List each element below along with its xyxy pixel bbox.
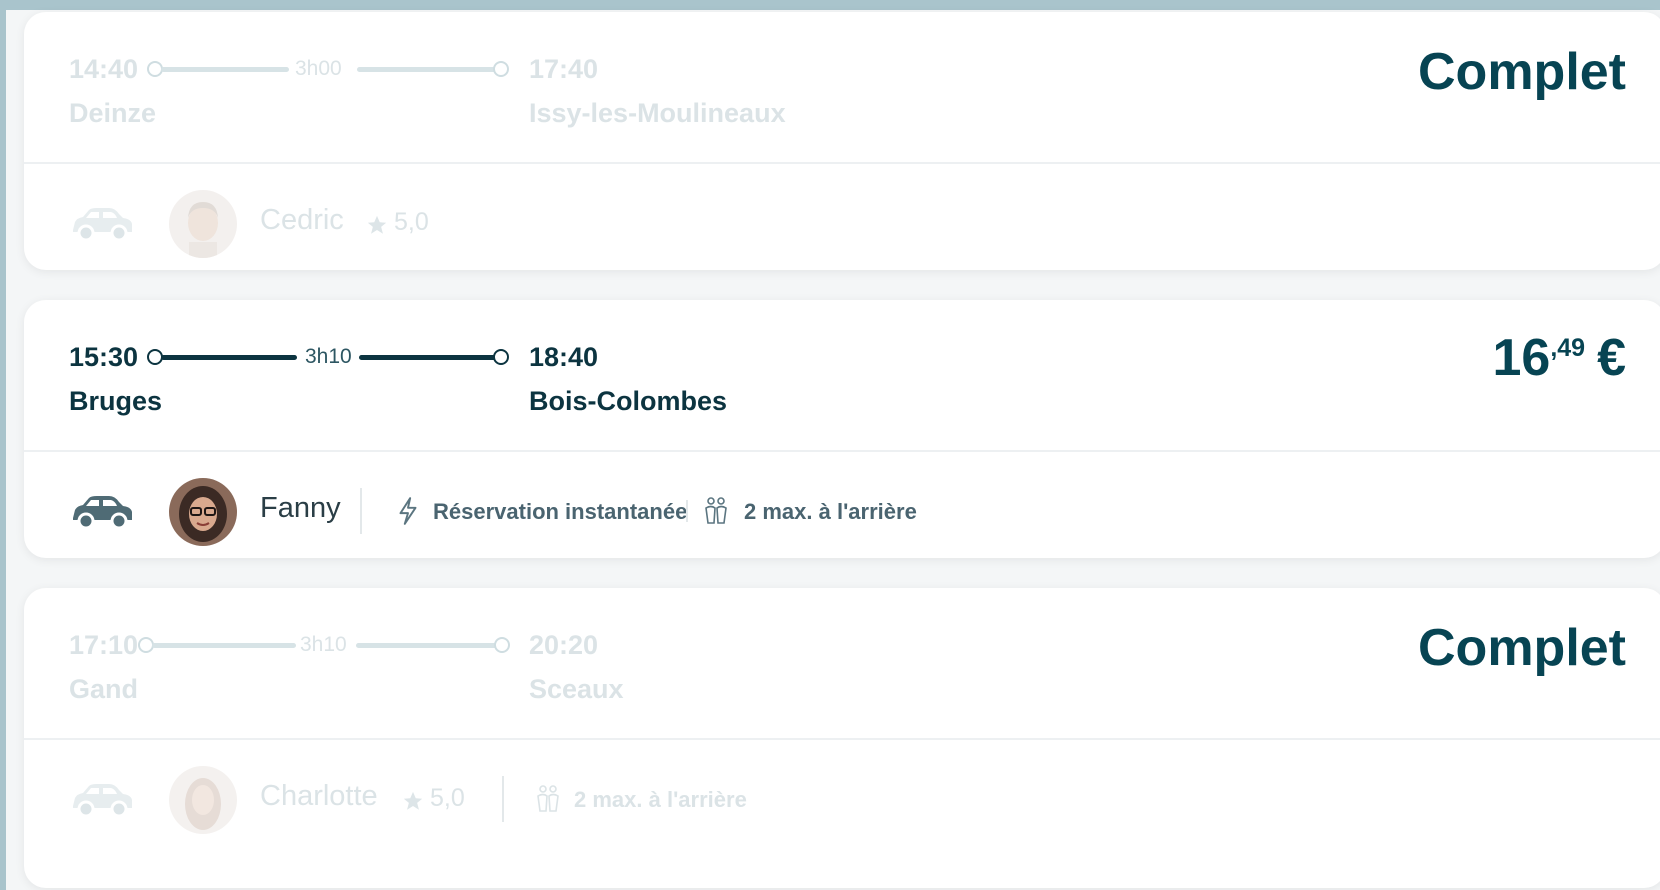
driver-name[interactable]: Charlotte <box>260 780 378 813</box>
price-integer: 16 <box>1492 329 1551 387</box>
driver-name[interactable]: Fanny <box>260 492 341 525</box>
star-icon <box>403 791 423 810</box>
back-seats-icon <box>537 785 559 812</box>
arrival-dot <box>493 349 509 365</box>
trip-card[interactable]: 17:10 3h10 20:20 Gand Sceaux Complet Cha… <box>24 588 1660 888</box>
driver-rating: 5,0 <box>430 784 465 812</box>
trip-status: Complet <box>1418 619 1626 677</box>
departure-time: 15:30 <box>69 342 139 372</box>
arrival-city: Bois-Colombes <box>529 386 728 416</box>
driver-row: Charlotte 5,0 2 max. à l'arrière <box>24 740 1660 860</box>
price-currency: € <box>1597 329 1626 387</box>
search-results-panel: 14:40 3h00 17:40 Deinze Issy-les-Mouline… <box>6 10 1660 890</box>
departure-city: Bruges <box>69 386 163 416</box>
arrival-city: Sceaux <box>529 674 624 704</box>
trip-duration: 3h10 <box>300 633 347 656</box>
back-seats-icon <box>705 497 727 524</box>
car-icon <box>73 784 132 818</box>
driver-rating: 5,0 <box>394 208 429 236</box>
departure-city: Gand <box>69 674 139 704</box>
arrival-time: 17:40 <box>529 54 599 84</box>
car-icon <box>73 208 132 242</box>
driver-row: Cedric 5,0 <box>24 164 1660 270</box>
divider <box>686 500 688 522</box>
trip-card[interactable]: 15:30 3h10 18:40 Bruges Bois-Colombes 16… <box>24 300 1660 558</box>
trip-timeline: 3h10 <box>147 345 537 369</box>
trip-card[interactable]: 14:40 3h00 17:40 Deinze Issy-les-Mouline… <box>24 12 1660 270</box>
arrival-city: Issy-les-Moulineaux <box>529 98 786 128</box>
avatar[interactable] <box>169 190 237 258</box>
trip-status: Complet <box>1418 43 1626 101</box>
back-seats-label: 2 max. à l'arrière <box>574 787 747 812</box>
departure-city: Deinze <box>69 98 157 128</box>
departure-time: 17:10 <box>69 630 139 660</box>
departure-time: 14:40 <box>69 54 139 84</box>
lightning-icon <box>399 497 417 525</box>
trip-duration: 3h00 <box>295 57 342 80</box>
trip-route: 15:30 3h10 18:40 Bruges Bois-Colombes 16… <box>24 300 1660 452</box>
instant-booking-label: Réservation instantanée <box>433 499 688 524</box>
divider <box>502 776 504 822</box>
star-icon <box>367 215 387 234</box>
arrival-time: 18:40 <box>529 342 599 372</box>
driver-name[interactable]: Cedric <box>260 204 344 237</box>
trip-price: 16,49 € <box>1492 328 1626 388</box>
trip-timeline: 3h10 <box>138 633 528 657</box>
divider <box>360 488 362 534</box>
price-decimal: ,49 <box>1550 334 1586 362</box>
trip-timeline: 3h00 <box>147 57 537 81</box>
avatar[interactable] <box>169 478 237 546</box>
trip-route: 17:10 3h10 20:20 Gand Sceaux Complet <box>24 588 1660 740</box>
arrival-dot <box>493 61 509 77</box>
trip-duration: 3h10 <box>305 345 352 368</box>
trip-route: 14:40 3h00 17:40 Deinze Issy-les-Mouline… <box>24 12 1660 164</box>
back-seats-label: 2 max. à l'arrière <box>744 499 917 524</box>
driver-row: Fanny Réservation instantanée 2 max. à l… <box>24 452 1660 558</box>
arrival-dot <box>494 637 510 653</box>
avatar[interactable] <box>169 766 237 834</box>
car-icon <box>73 496 132 530</box>
arrival-time: 20:20 <box>529 630 599 660</box>
